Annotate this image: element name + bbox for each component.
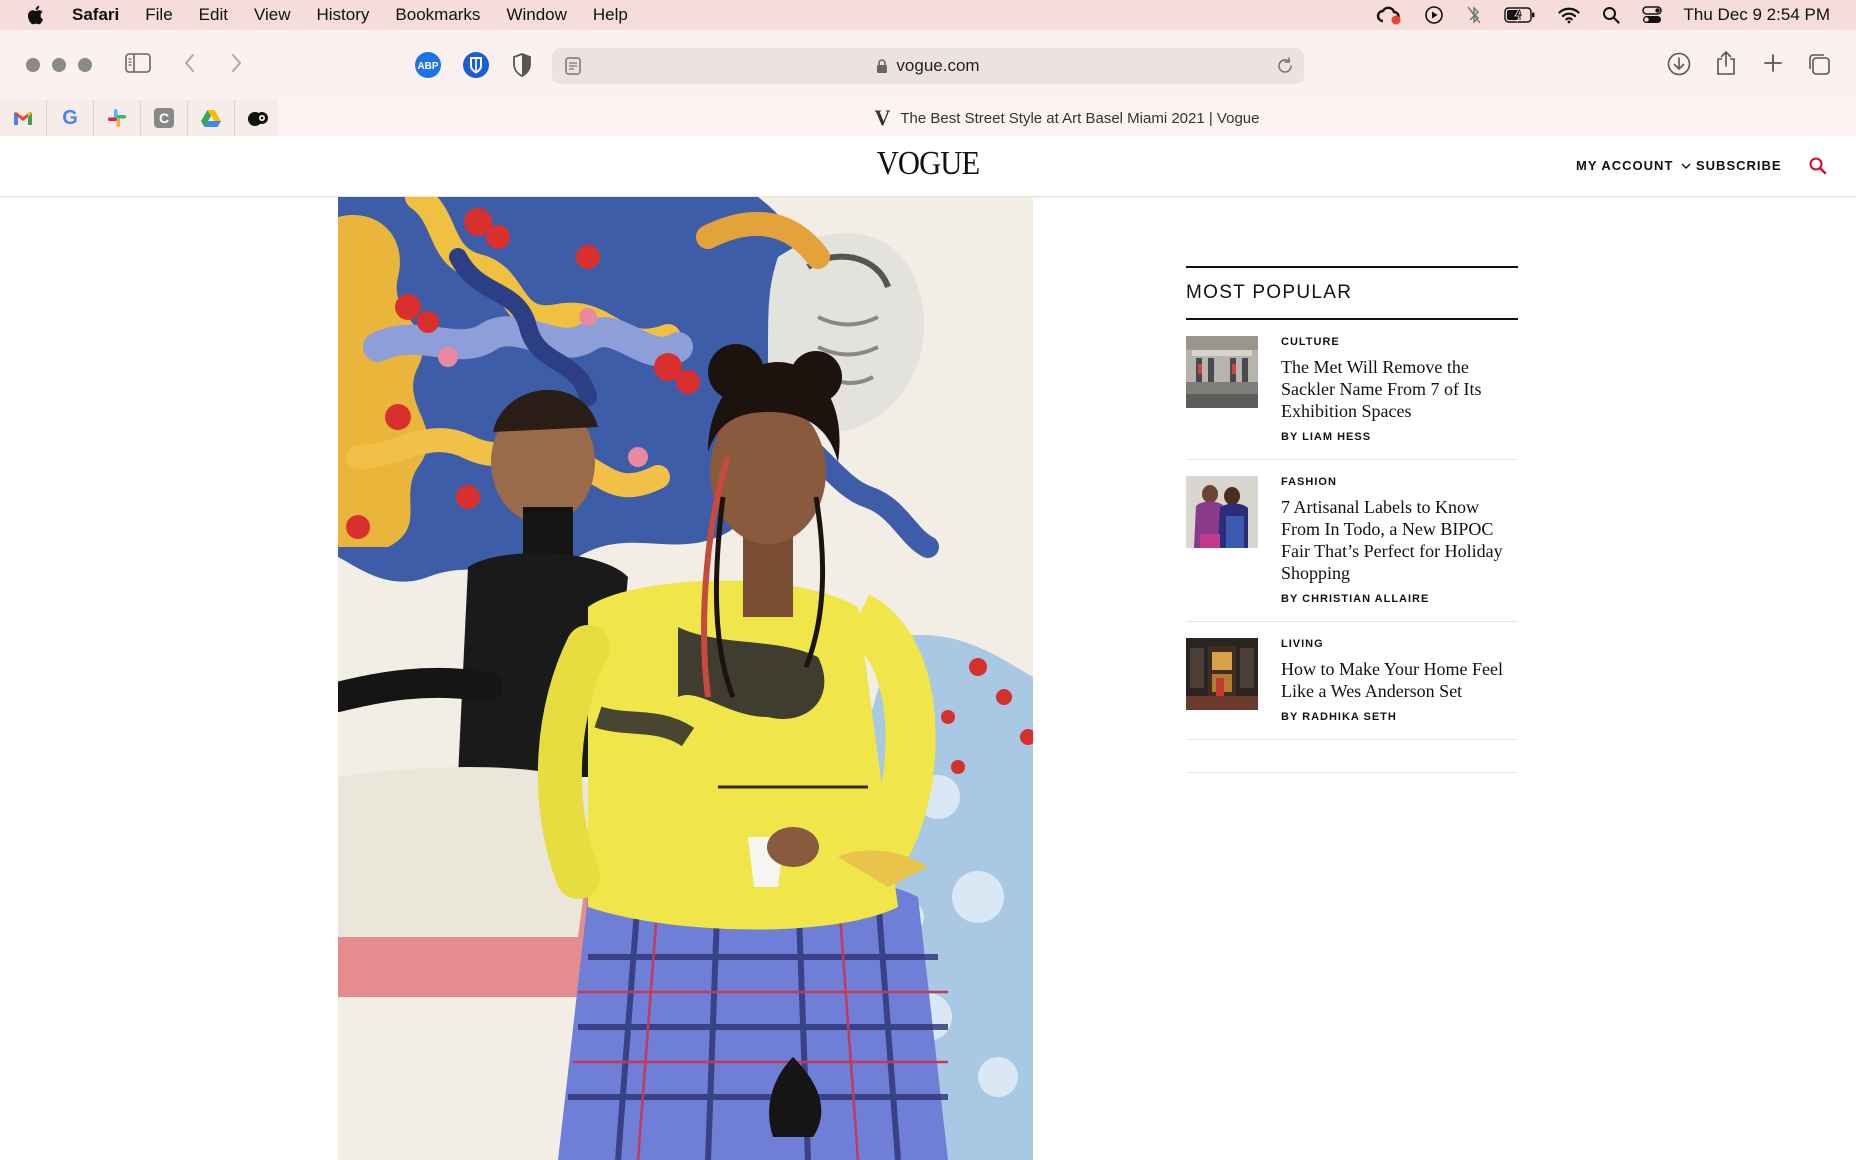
pinned-tabs: G C: [0, 100, 282, 136]
article-thumbnail[interactable]: [1186, 476, 1258, 548]
adblock-plus-icon[interactable]: ABP: [414, 51, 442, 79]
article-thumbnail[interactable]: [1186, 336, 1258, 408]
new-tab-icon[interactable]: [1761, 51, 1785, 75]
browser-toolbar: ABP vogue.com: [0, 30, 1856, 101]
artisanal-labels-thumbnail: [1186, 476, 1258, 548]
apple-menu-icon[interactable]: [26, 5, 46, 25]
most-popular-section: MOST POPULAR CULTURE The Met Will Remove…: [1186, 266, 1518, 773]
active-tab[interactable]: V The Best Street Style at Art Basel Mia…: [278, 100, 1856, 136]
subscribe-link[interactable]: SUBSCRIBE: [1696, 158, 1782, 173]
article-headline[interactable]: The Met Will Remove the Sackler Name Fro…: [1281, 356, 1518, 422]
active-tab-title: The Best Street Style at Art Basel Miami…: [900, 109, 1260, 127]
control-center-icon[interactable]: [1641, 6, 1662, 24]
article-byline: BY RADHIKA SETH: [1281, 711, 1397, 723]
met-museum-thumbnail: [1186, 336, 1258, 408]
battery-charging-icon[interactable]: [1503, 6, 1536, 24]
back-icon[interactable]: [182, 52, 198, 74]
gmail-icon: [14, 112, 32, 125]
url-text: vogue.com: [896, 56, 980, 75]
menu-help[interactable]: Help: [593, 5, 628, 25]
hero-photo: [338, 197, 1033, 1160]
wifi-icon[interactable]: [1557, 6, 1580, 24]
my-account-label: MY ACCOUNT: [1576, 158, 1674, 173]
tab-bar: G C V The Best Street Style at Art Basel…: [0, 100, 1856, 137]
creative-cloud-icon[interactable]: [1376, 5, 1402, 25]
slack-icon: [108, 109, 126, 127]
pinned-tab-google[interactable]: G: [47, 100, 94, 136]
zoom-window-button[interactable]: [78, 58, 92, 72]
pinned-tab-ai-assistant[interactable]: [235, 100, 282, 136]
menu-bookmarks[interactable]: Bookmarks: [395, 5, 480, 25]
vogue-favicon-icon: V: [874, 105, 891, 130]
site-search-icon[interactable]: [1808, 156, 1828, 181]
article-headline[interactable]: How to Make Your Home Feel Like a Wes An…: [1281, 658, 1518, 702]
pinned-tab-google-drive[interactable]: [188, 100, 235, 136]
google-drive-icon: [201, 110, 221, 127]
menu-history[interactable]: History: [317, 5, 370, 25]
chevron-down-icon: [1681, 163, 1691, 169]
menu-file[interactable]: File: [145, 5, 172, 25]
section-end-divider: [1186, 772, 1518, 773]
spotlight-search-icon[interactable]: [1602, 6, 1620, 24]
vogue-logo[interactable]: VOGUE: [93, 145, 1763, 183]
site-header: VOGUE MY ACCOUNT SUBSCRIBE: [0, 136, 1856, 197]
article-meta: FASHION 7 Artisanal Labels to Know From …: [1281, 476, 1518, 605]
menu-view[interactable]: View: [254, 5, 291, 25]
pinned-tab-gmail[interactable]: [0, 100, 47, 136]
wes-anderson-home-thumbnail: [1186, 638, 1258, 710]
article-meta: CULTURE The Met Will Remove the Sackler …: [1281, 336, 1518, 443]
menubar-clock[interactable]: Thu Dec 9 2:54 PM: [1684, 5, 1830, 25]
article-thumbnail[interactable]: [1186, 638, 1258, 710]
article-category[interactable]: FASHION: [1281, 476, 1518, 488]
adblock-label: ABP: [417, 61, 438, 72]
bluetooth-off-icon[interactable]: [1466, 5, 1482, 25]
bitwarden-icon[interactable]: [462, 51, 490, 79]
article-byline: BY CHRISTIAN ALLAIRE: [1281, 593, 1430, 605]
share-icon[interactable]: [1714, 49, 1738, 77]
macos-menu-bar: Safari File Edit View History Bookmarks …: [0, 0, 1856, 30]
popular-article[interactable]: FASHION 7 Artisanal Labels to Know From …: [1186, 460, 1518, 622]
tab-overview-icon[interactable]: [1806, 51, 1832, 77]
minimize-window-button[interactable]: [52, 58, 66, 72]
menu-safari[interactable]: Safari: [72, 5, 119, 25]
c-app-icon: C: [154, 108, 174, 128]
privacy-shield-icon[interactable]: [510, 51, 534, 79]
lock-icon: [877, 59, 888, 73]
my-account-menu[interactable]: MY ACCOUNT: [1576, 158, 1691, 173]
article-meta: LIVING How to Make Your Home Feel Like a…: [1281, 638, 1518, 723]
ai-assistant-icon: [248, 112, 268, 126]
reload-icon[interactable]: [1276, 56, 1294, 76]
popular-article[interactable]: CULTURE The Met Will Remove the Sackler …: [1186, 320, 1518, 460]
article-category[interactable]: CULTURE: [1281, 336, 1518, 348]
window-controls: [26, 58, 92, 72]
downloads-icon[interactable]: [1666, 51, 1692, 77]
article-category[interactable]: LIVING: [1281, 638, 1518, 650]
article-headline[interactable]: 7 Artisanal Labels to Know From In Todo,…: [1281, 496, 1518, 584]
sidebar-toggle-icon[interactable]: [124, 52, 152, 74]
menu-edit[interactable]: Edit: [199, 5, 228, 25]
pinned-tab-c-app[interactable]: C: [141, 100, 188, 136]
most-popular-heading: MOST POPULAR: [1186, 268, 1518, 320]
play-circle-icon[interactable]: [1424, 5, 1444, 25]
forward-icon[interactable]: [228, 52, 244, 74]
menu-window[interactable]: Window: [506, 5, 566, 25]
article-byline: BY LIAM HESS: [1281, 431, 1372, 443]
pinned-tab-slack[interactable]: [94, 100, 141, 136]
close-window-button[interactable]: [26, 58, 40, 72]
popular-article[interactable]: LIVING How to Make Your Home Feel Like a…: [1186, 622, 1518, 740]
street-style-photo-illustration: [338, 197, 1033, 1160]
google-icon: G: [62, 106, 78, 129]
address-bar[interactable]: vogue.com: [552, 48, 1304, 84]
